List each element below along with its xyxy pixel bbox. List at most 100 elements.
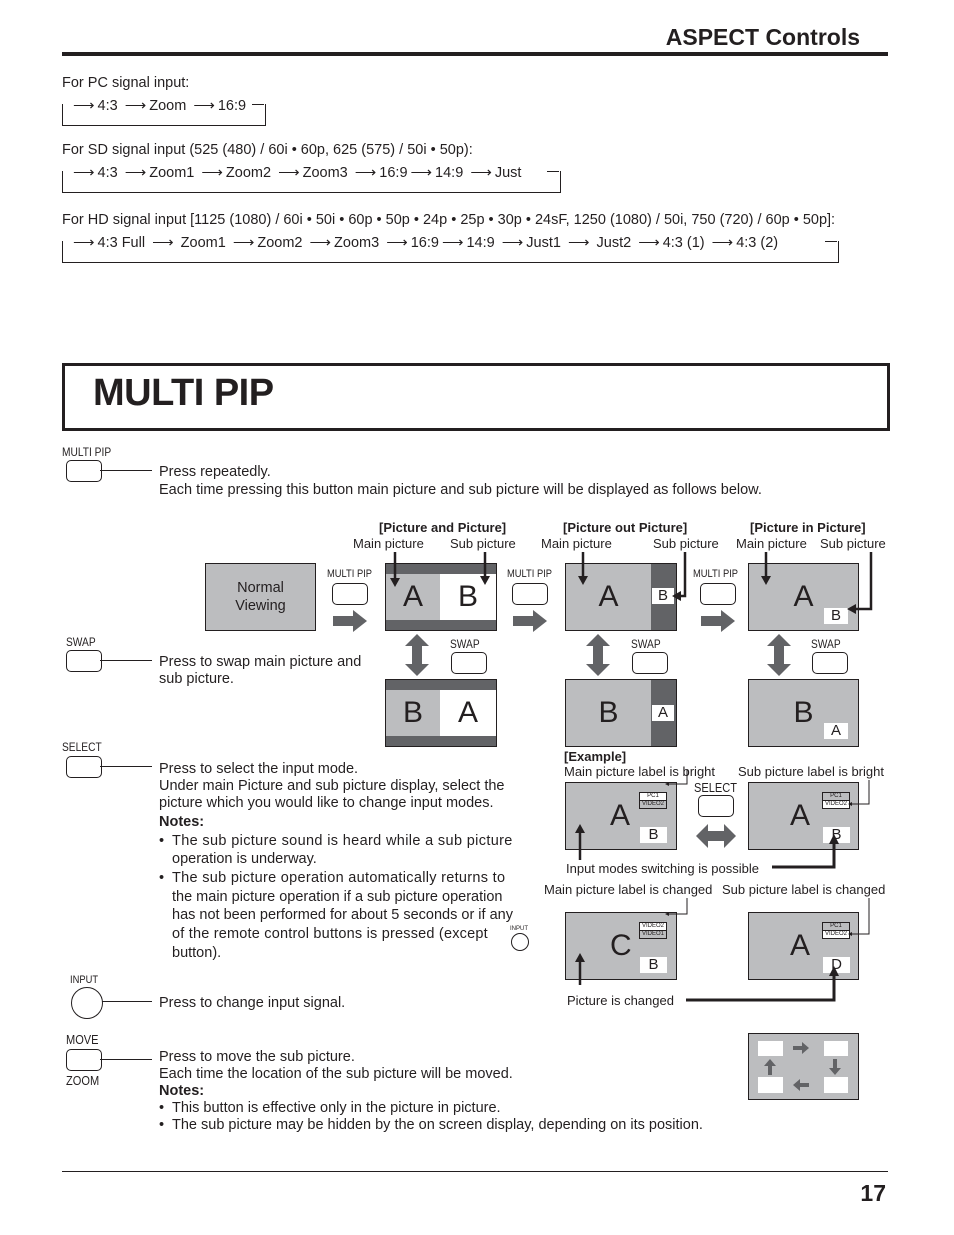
section-header-title: ASPECT Controls (665, 24, 860, 50)
letterbox-bar (386, 620, 496, 630)
input-button[interactable] (71, 987, 103, 1019)
sd-loop-line (62, 171, 561, 193)
leader-line (100, 660, 152, 662)
position-bottom-left (758, 1077, 783, 1093)
position-bottom-right (824, 1077, 848, 1093)
sub-picture: A (440, 690, 496, 736)
hd-loop-line (62, 241, 839, 263)
pap-sub-label: Sub picture (450, 536, 516, 551)
multipip-button-small (700, 583, 736, 605)
normal-viewing-text: Viewing (235, 598, 286, 614)
example-title: [Example] (564, 749, 627, 764)
bullet: • (159, 1117, 165, 1133)
multipip-button-small (512, 583, 548, 605)
select-button-small (698, 795, 734, 817)
picture-letter: B (402, 696, 423, 729)
position-top-left (758, 1041, 783, 1056)
pc-loop-line (62, 104, 266, 126)
swap-button-label: SWAP (66, 635, 96, 649)
sd-signal-label: For SD signal input (525 (480) / 60i • 6… (62, 142, 473, 158)
move-note-1: This button is effective only in the pic… (172, 1100, 501, 1116)
pop-main-label: Main picture (541, 536, 612, 551)
pointer-arrows (578, 552, 687, 601)
arrow-right-icon (793, 1042, 809, 1054)
mode-title-pip: [Picture in Picture] (750, 520, 866, 535)
letterbox-bar (386, 736, 496, 746)
right-arrow-icon (513, 610, 547, 632)
swap-desc-2: sub picture. (159, 671, 234, 687)
move-desc-2: Each time the location of the sub pictur… (159, 1066, 513, 1082)
footer-rule (62, 1171, 888, 1173)
swap-button-small (812, 652, 848, 674)
example-picture-changed: Picture is changed (567, 993, 674, 1008)
sub-picture: A (824, 723, 848, 739)
move-notes-label: Notes: (159, 1083, 205, 1099)
pip-main-label: Main picture (736, 536, 807, 551)
multipip-button[interactable] (66, 460, 102, 482)
bullet: • (159, 833, 165, 849)
pip-sub-label: Sub picture (820, 536, 886, 551)
picture-letter: B (598, 696, 619, 729)
arrow-up-icon (764, 1059, 776, 1075)
normal-viewing-text: Normal (237, 580, 284, 596)
multipip-desc-1: Press repeatedly. (159, 464, 271, 480)
pap-swapped-screen: B A (385, 679, 497, 747)
header-rule (62, 52, 888, 56)
bullet: • (159, 870, 165, 886)
arrow-down-icon (829, 1059, 841, 1075)
pointer-arrows (390, 552, 490, 587)
multipip-button-small (332, 583, 368, 605)
picture-letter: B (793, 696, 814, 729)
leader-line (100, 470, 152, 472)
select-desc-1: Press to select the input mode. (159, 761, 359, 777)
mode-title-pap: [Picture and Picture] (379, 520, 507, 535)
multipip-label-small: MULTI PIP (693, 568, 739, 580)
swap-button[interactable] (66, 650, 102, 672)
swap-label-small: SWAP (450, 637, 480, 651)
input-button-icon (511, 933, 529, 951)
connector-arrow (686, 966, 839, 1002)
swap-button-small (451, 652, 487, 674)
select-note-2b: the main picture operation if a sub pict… (172, 889, 503, 905)
select-note-2d: of the remote control buttons is pressed… (172, 926, 488, 942)
input-desc: Press to change input signal. (159, 995, 346, 1011)
select-button[interactable] (66, 756, 102, 778)
sub-picture: A (652, 705, 674, 721)
select-button-label: SELECT (62, 740, 102, 754)
leader-line (100, 1059, 152, 1061)
select-note-1a: The sub picture sound is heard while a s… (172, 833, 513, 849)
loop-end (825, 241, 837, 242)
select-label-small: SELECT (694, 780, 737, 795)
multipip-desc-2: Each time pressing this button main pict… (159, 482, 762, 498)
main-picture: B (566, 680, 651, 746)
input-button-label: INPUT (70, 974, 99, 986)
multipip-button-label: MULTI PIP (62, 445, 112, 459)
pop-sub-label: Sub picture (653, 536, 719, 551)
arrow-left-icon (793, 1079, 809, 1091)
pointer-lines (575, 898, 688, 985)
move-positions-diagram (748, 1033, 859, 1100)
move-zoom-button[interactable] (66, 1049, 102, 1071)
normal-viewing-screen: Normal Viewing (205, 563, 316, 631)
bidirectional-arrow-icon (696, 824, 736, 848)
select-note-2c: has not been performed for about 5 secon… (172, 907, 513, 923)
select-note-2e: button). (172, 945, 222, 961)
select-desc-2: Under main Picture and sub picture displ… (159, 778, 505, 794)
swap-label-small: SWAP (811, 637, 841, 651)
section-title: MULTI PIP (93, 372, 274, 414)
select-desc-3: picture which you would like to change i… (159, 795, 494, 811)
pc-signal-label: For PC signal input: (62, 75, 190, 91)
move-desc-1: Press to move the sub picture. (159, 1049, 355, 1065)
mode-title-pop: [Picture out Picture] (563, 520, 688, 535)
connector-arrow (772, 834, 839, 869)
bullet: • (159, 1100, 165, 1116)
loop-end (252, 104, 264, 105)
move-note-2: The sub picture may be hidden by the on … (172, 1117, 703, 1133)
right-arrow-icon (701, 610, 735, 632)
leader-line (102, 1001, 152, 1003)
multipip-label-small: MULTI PIP (327, 568, 373, 580)
leader-line (100, 766, 152, 768)
pointer-lines (575, 770, 688, 860)
main-picture: B (386, 690, 440, 736)
zoom-button-label: ZOOM (66, 1073, 100, 1088)
